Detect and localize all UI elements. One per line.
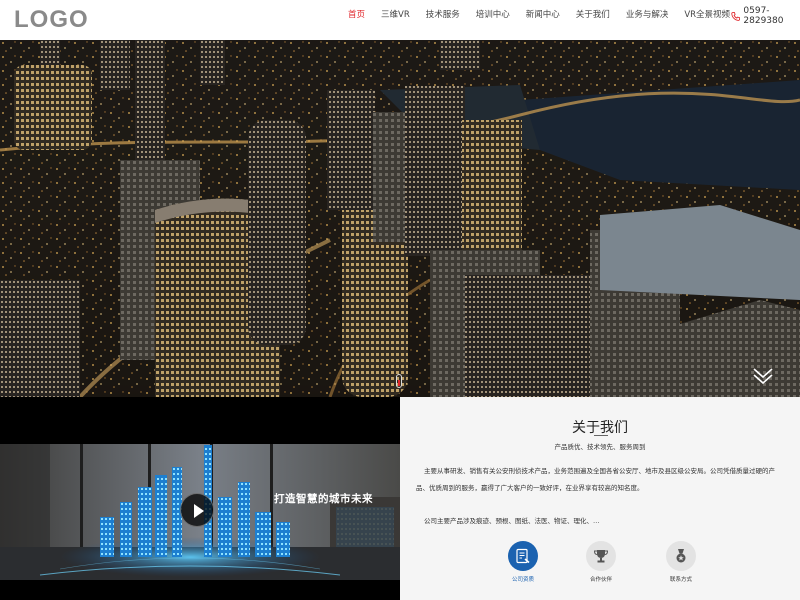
partners-label: 合作伙伴 — [589, 577, 612, 583]
nav-item-3d-vr[interactable]: 三维VR — [381, 8, 410, 20]
partners-link[interactable]: 合作伙伴 — [571, 541, 631, 583]
nav-item-training[interactable]: 培训中心 — [476, 8, 510, 20]
nav-item-about[interactable]: 关于我们 — [576, 8, 610, 20]
contact-label: 联系方式 — [669, 577, 692, 583]
about-paragraph-products: 公司主要产品涉及痕迹、预根、图纸、法医、物证、理化、… — [424, 517, 600, 525]
title-divider — [594, 435, 608, 436]
about-section: 关于我们 产品质优、技术领先、服务周到 主要从事研发、销售有关公安刑侦技术产品，… — [400, 397, 800, 600]
about-title: 关于我们 — [572, 420, 628, 436]
certificate-icon — [516, 548, 530, 564]
nav-item-vr-video[interactable]: VR全景视频 — [684, 8, 730, 20]
certificate-link[interactable]: 公司资质 — [493, 541, 553, 583]
nav-item-business[interactable]: 业务与解决 — [626, 8, 669, 20]
certificate-label: 公司资质 — [511, 577, 534, 583]
hero-banner — [0, 40, 800, 397]
phone-icon — [731, 11, 741, 21]
site-header: LOGO 首页 三维VR 技术服务 培训中心 新闻中心 关于我们 业务与解决 V… — [0, 0, 800, 40]
contact-link[interactable]: 联系方式 — [651, 541, 711, 583]
nav-item-tech-service[interactable]: 技术服务 — [426, 8, 460, 20]
slider-indicator[interactable] — [396, 374, 402, 388]
video-title: 打造智慧的城市未来 — [274, 493, 373, 505]
nav-item-home[interactable]: 首页 — [348, 8, 365, 20]
logo[interactable]: LOGO — [14, 6, 89, 34]
trophy-icon — [593, 550, 609, 563]
play-icon[interactable] — [180, 493, 214, 527]
phone-number: 0597-2829380 — [743, 6, 784, 26]
city-night-image — [0, 40, 800, 397]
about-quick-links: 公司资质 合作伙伴 联系方式 — [400, 541, 800, 591]
phone-contact[interactable]: 0597-2829380 — [731, 6, 800, 26]
chevron-down-icon[interactable] — [752, 367, 774, 385]
video-panel[interactable]: 打造智慧的城市未来 — [0, 397, 400, 600]
about-paragraph: 主要从事研发、销售有关公安刑侦技术产品，业务范围遍及全国各省公安厅、地市及县区级… — [416, 467, 775, 492]
medal-icon — [676, 549, 686, 563]
about-subtitle: 产品质优、技术领先、服务周到 — [554, 443, 646, 451]
main-nav: 首页 三维VR 技术服务 培训中心 新闻中心 关于我们 业务与解决 VR全景视频 — [336, 0, 746, 28]
nav-item-news[interactable]: 新闻中心 — [526, 8, 560, 20]
